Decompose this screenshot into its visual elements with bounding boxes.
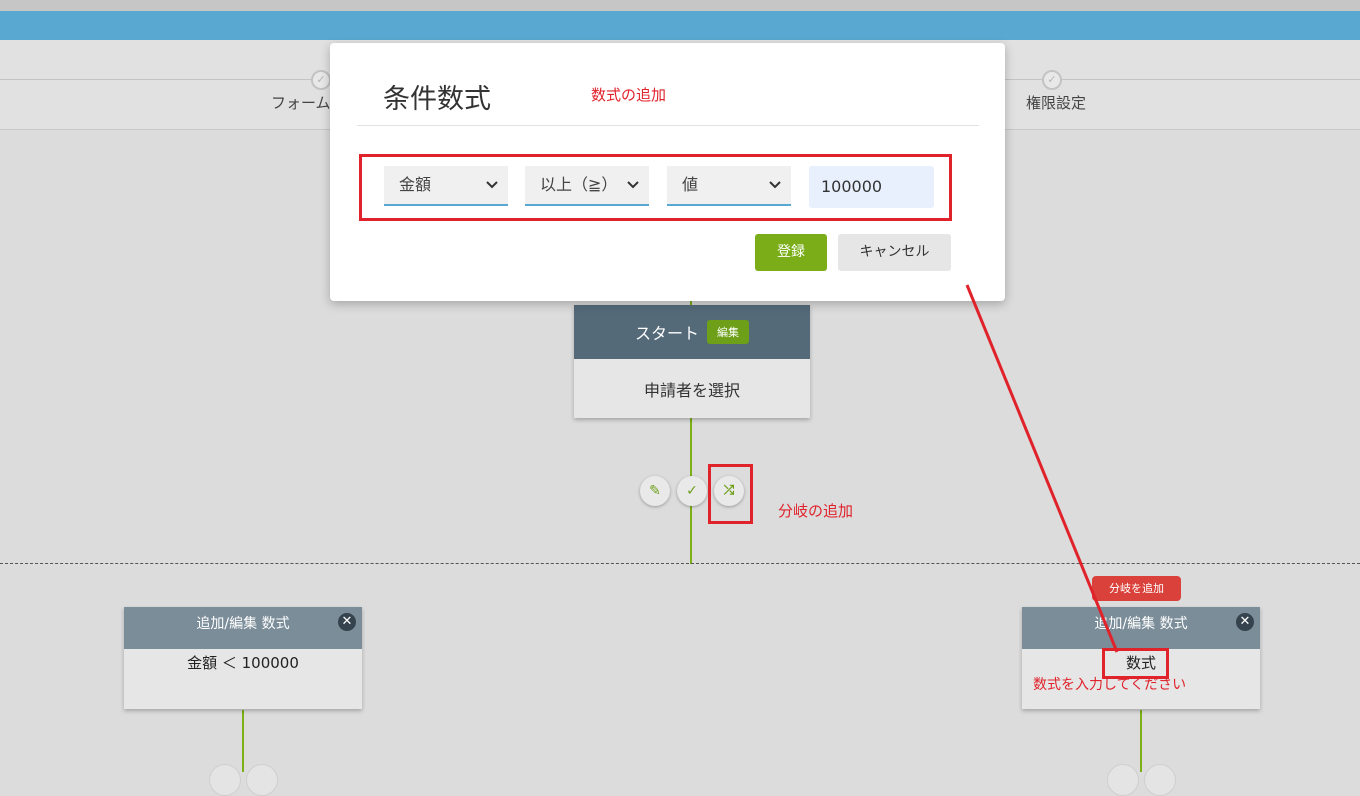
save-button[interactable]: 登録 (755, 234, 827, 271)
node-action-button[interactable] (209, 764, 241, 796)
approve-check-icon[interactable]: ✓ (677, 476, 707, 506)
node-action-button[interactable] (246, 764, 278, 796)
close-icon[interactable]: ✕ (1236, 613, 1254, 631)
step-check-icon: ✓ (1042, 70, 1062, 90)
start-node-card: スタート 編集 申請者を選択 (574, 305, 810, 418)
step-label-form[interactable]: フォーム (271, 92, 331, 113)
start-node-body: 申請者を選択 (643, 381, 740, 400)
start-node-header: スタート 編集 (574, 305, 810, 359)
step-check-icon: ✓ (311, 70, 331, 90)
edit-pencil-icon[interactable]: ✎ (640, 476, 670, 506)
branch-button-highlight (708, 464, 753, 524)
browser-top-strip (0, 0, 1360, 11)
edit-badge-button[interactable]: 編集 (707, 320, 749, 344)
condition-title: 追加/編集 数式 (196, 616, 290, 632)
modal-title: 条件数式 (383, 84, 491, 115)
formula-highlight (1102, 648, 1169, 679)
app-header-bar (0, 11, 1360, 40)
flow-connector (242, 710, 244, 772)
cancel-button[interactable]: キャンセル (838, 234, 951, 271)
left-condition-card: 追加/編集 数式 ✕ 金額 ＜ 100000 (124, 607, 362, 709)
add-branch-button[interactable]: 分岐を追加 (1092, 576, 1181, 601)
formula-row-highlight (359, 154, 952, 221)
flow-connector (1140, 710, 1142, 772)
branch-divider (0, 563, 1360, 564)
condition-header: 追加/編集 数式 ✕ (1022, 607, 1260, 649)
modal-divider (357, 125, 979, 126)
condition-formula: 金額 ＜ 100000 (187, 654, 299, 672)
step-label-permissions[interactable]: 権限設定 (1026, 92, 1086, 113)
condition-header: 追加/編集 数式 ✕ (124, 607, 362, 649)
node-action-button[interactable] (1144, 764, 1176, 796)
close-icon[interactable]: ✕ (338, 613, 356, 631)
condition-title: 追加/編集 数式 (1094, 616, 1188, 632)
branch-annotation: 分岐の追加 (778, 502, 854, 520)
modal-annotation: 数式の追加 (591, 86, 667, 104)
node-action-button[interactable] (1107, 764, 1139, 796)
start-node-title: スタート (634, 324, 699, 343)
